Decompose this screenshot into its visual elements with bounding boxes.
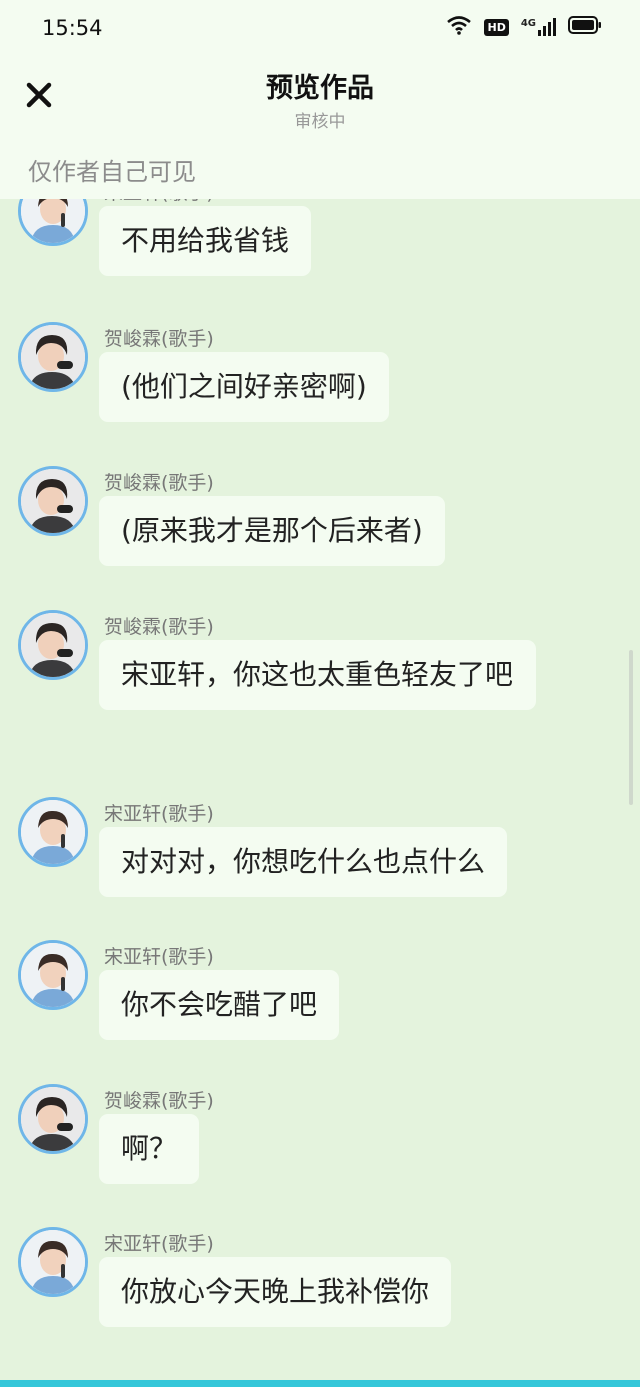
header: 预览作品 审核中 bbox=[0, 56, 640, 136]
message-bubble[interactable]: 不用给我省钱 bbox=[99, 206, 312, 276]
avatar[interactable] bbox=[18, 1227, 88, 1297]
message-bubble[interactable]: (他们之间好亲密啊) bbox=[99, 352, 389, 422]
avatar[interactable] bbox=[18, 1084, 88, 1154]
message-bubble[interactable]: 你放心今天晚上我补偿你 bbox=[99, 1257, 452, 1327]
status-bar: 15:54 HD 4G bbox=[0, 0, 640, 56]
review-status: 审核中 bbox=[294, 112, 346, 132]
message-bubble[interactable]: (原来我才是那个后来者) bbox=[99, 496, 445, 566]
signal-icon: 4G bbox=[521, 18, 556, 36]
battery-icon bbox=[568, 16, 602, 38]
sender-name: 宋亚轩(歌手) bbox=[104, 946, 214, 968]
avatar[interactable] bbox=[18, 322, 88, 392]
avatar[interactable] bbox=[18, 610, 88, 680]
wifi-icon bbox=[446, 15, 472, 39]
message-bubble[interactable]: 你不会吃醋了吧 bbox=[99, 970, 340, 1040]
hd-badge: HD bbox=[484, 18, 509, 36]
message-bubble[interactable]: 对对对，你想吃什么也点什么 bbox=[99, 827, 508, 897]
message-bubble[interactable]: 宋亚轩，你这也太重色轻友了吧 bbox=[99, 640, 536, 710]
sender-name: 贺峻霖(歌手) bbox=[104, 328, 214, 350]
sender-name: 宋亚轩(歌手) bbox=[104, 803, 214, 825]
status-time: 15:54 bbox=[42, 16, 103, 40]
scrollbar[interactable] bbox=[629, 650, 633, 805]
message-bubble[interactable]: 啊？ bbox=[99, 1114, 200, 1184]
avatar[interactable] bbox=[18, 797, 88, 867]
sender-name: 贺峻霖(歌手) bbox=[104, 1090, 214, 1112]
sender-name: 贺峻霖(歌手) bbox=[104, 616, 214, 638]
sender-name: 贺峻霖(歌手) bbox=[104, 472, 214, 494]
avatar[interactable] bbox=[18, 940, 88, 1010]
bottom-accent-bar bbox=[0, 1380, 640, 1387]
status-icons: HD 4G bbox=[446, 15, 602, 39]
chat-area[interactable]: 宋亚轩(歌手) 不用给我省钱 贺峻霖(歌手) (他们之间好亲密啊) 贺峻霖(歌手… bbox=[0, 0, 640, 1387]
visibility-note: 仅作者自己可见 bbox=[28, 158, 196, 186]
top-bar: 15:54 HD 4G 预览作品 审核中 仅作者自己可见 bbox=[0, 0, 640, 199]
network-type: 4G bbox=[520, 18, 536, 29]
sender-name: 宋亚轩(歌手) bbox=[104, 1233, 214, 1255]
avatar[interactable] bbox=[18, 466, 88, 536]
page-title: 预览作品 bbox=[266, 73, 374, 104]
